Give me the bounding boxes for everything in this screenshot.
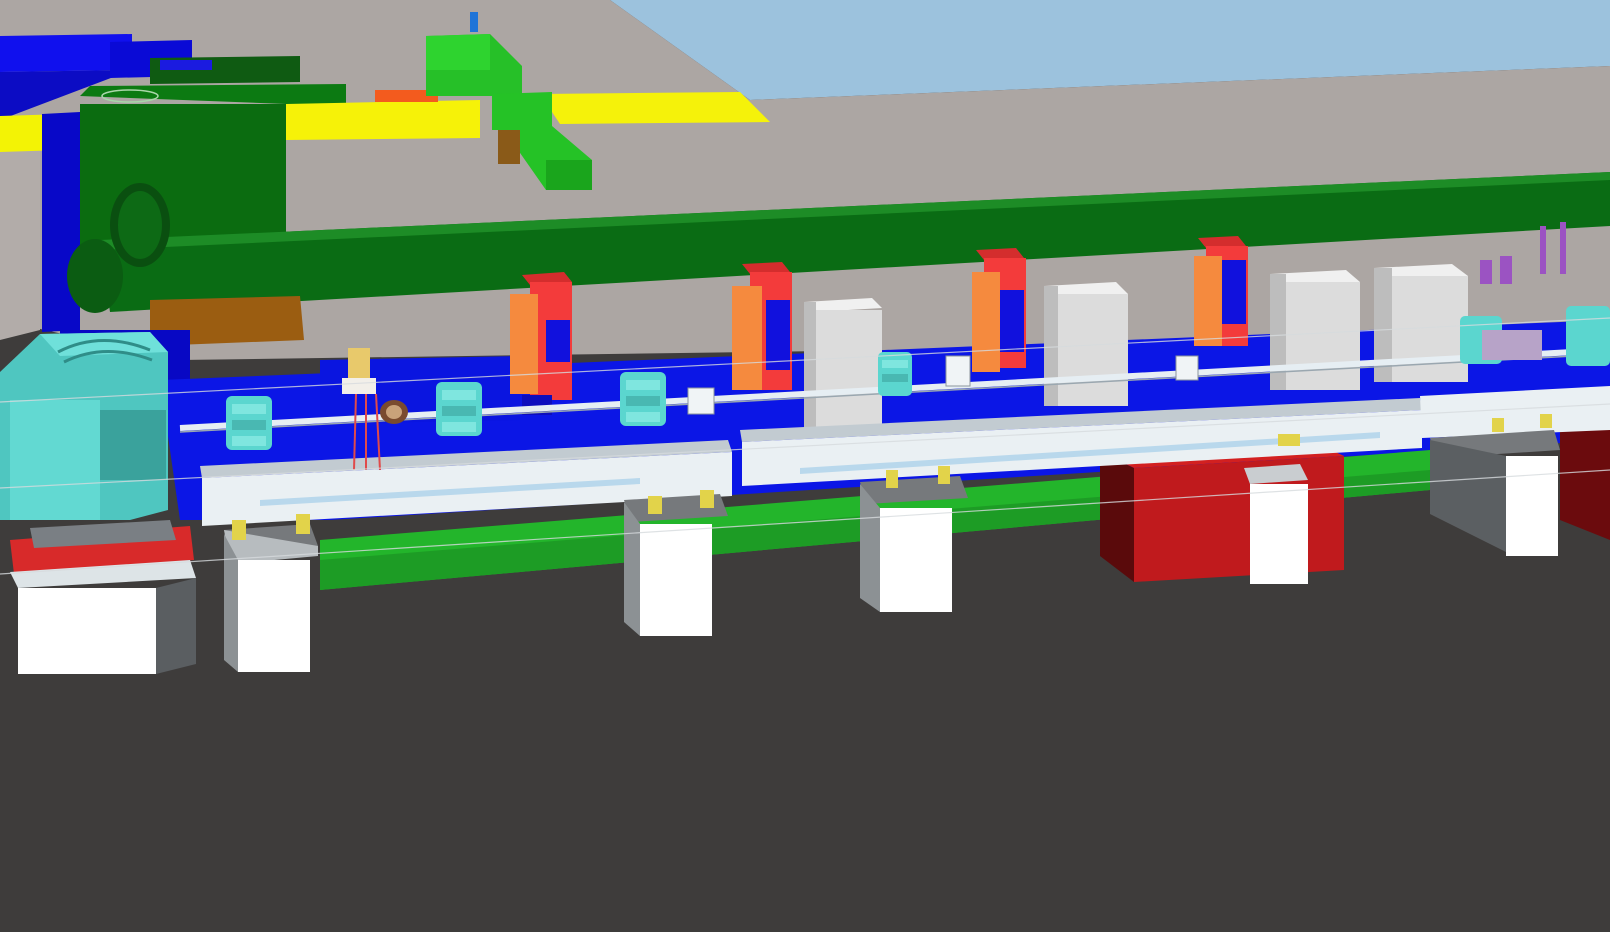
cad-viewport[interactable] [0,0,1610,932]
quadrupole-magnet-icon [436,382,482,436]
bending-magnet [0,332,194,574]
bending-magnet-icon [0,332,168,520]
wall-left-upper [0,120,40,340]
support-pedestal-icon [10,560,196,674]
support-pedestal-icon [860,476,968,612]
quadrupole-magnet-icon [226,396,272,450]
beamline-3d-view[interactable] [0,0,1610,932]
support-pedestal-icon [224,524,318,672]
quadrupole-magnet-icon [878,352,912,396]
quadrupole-magnet-icon [620,372,666,426]
